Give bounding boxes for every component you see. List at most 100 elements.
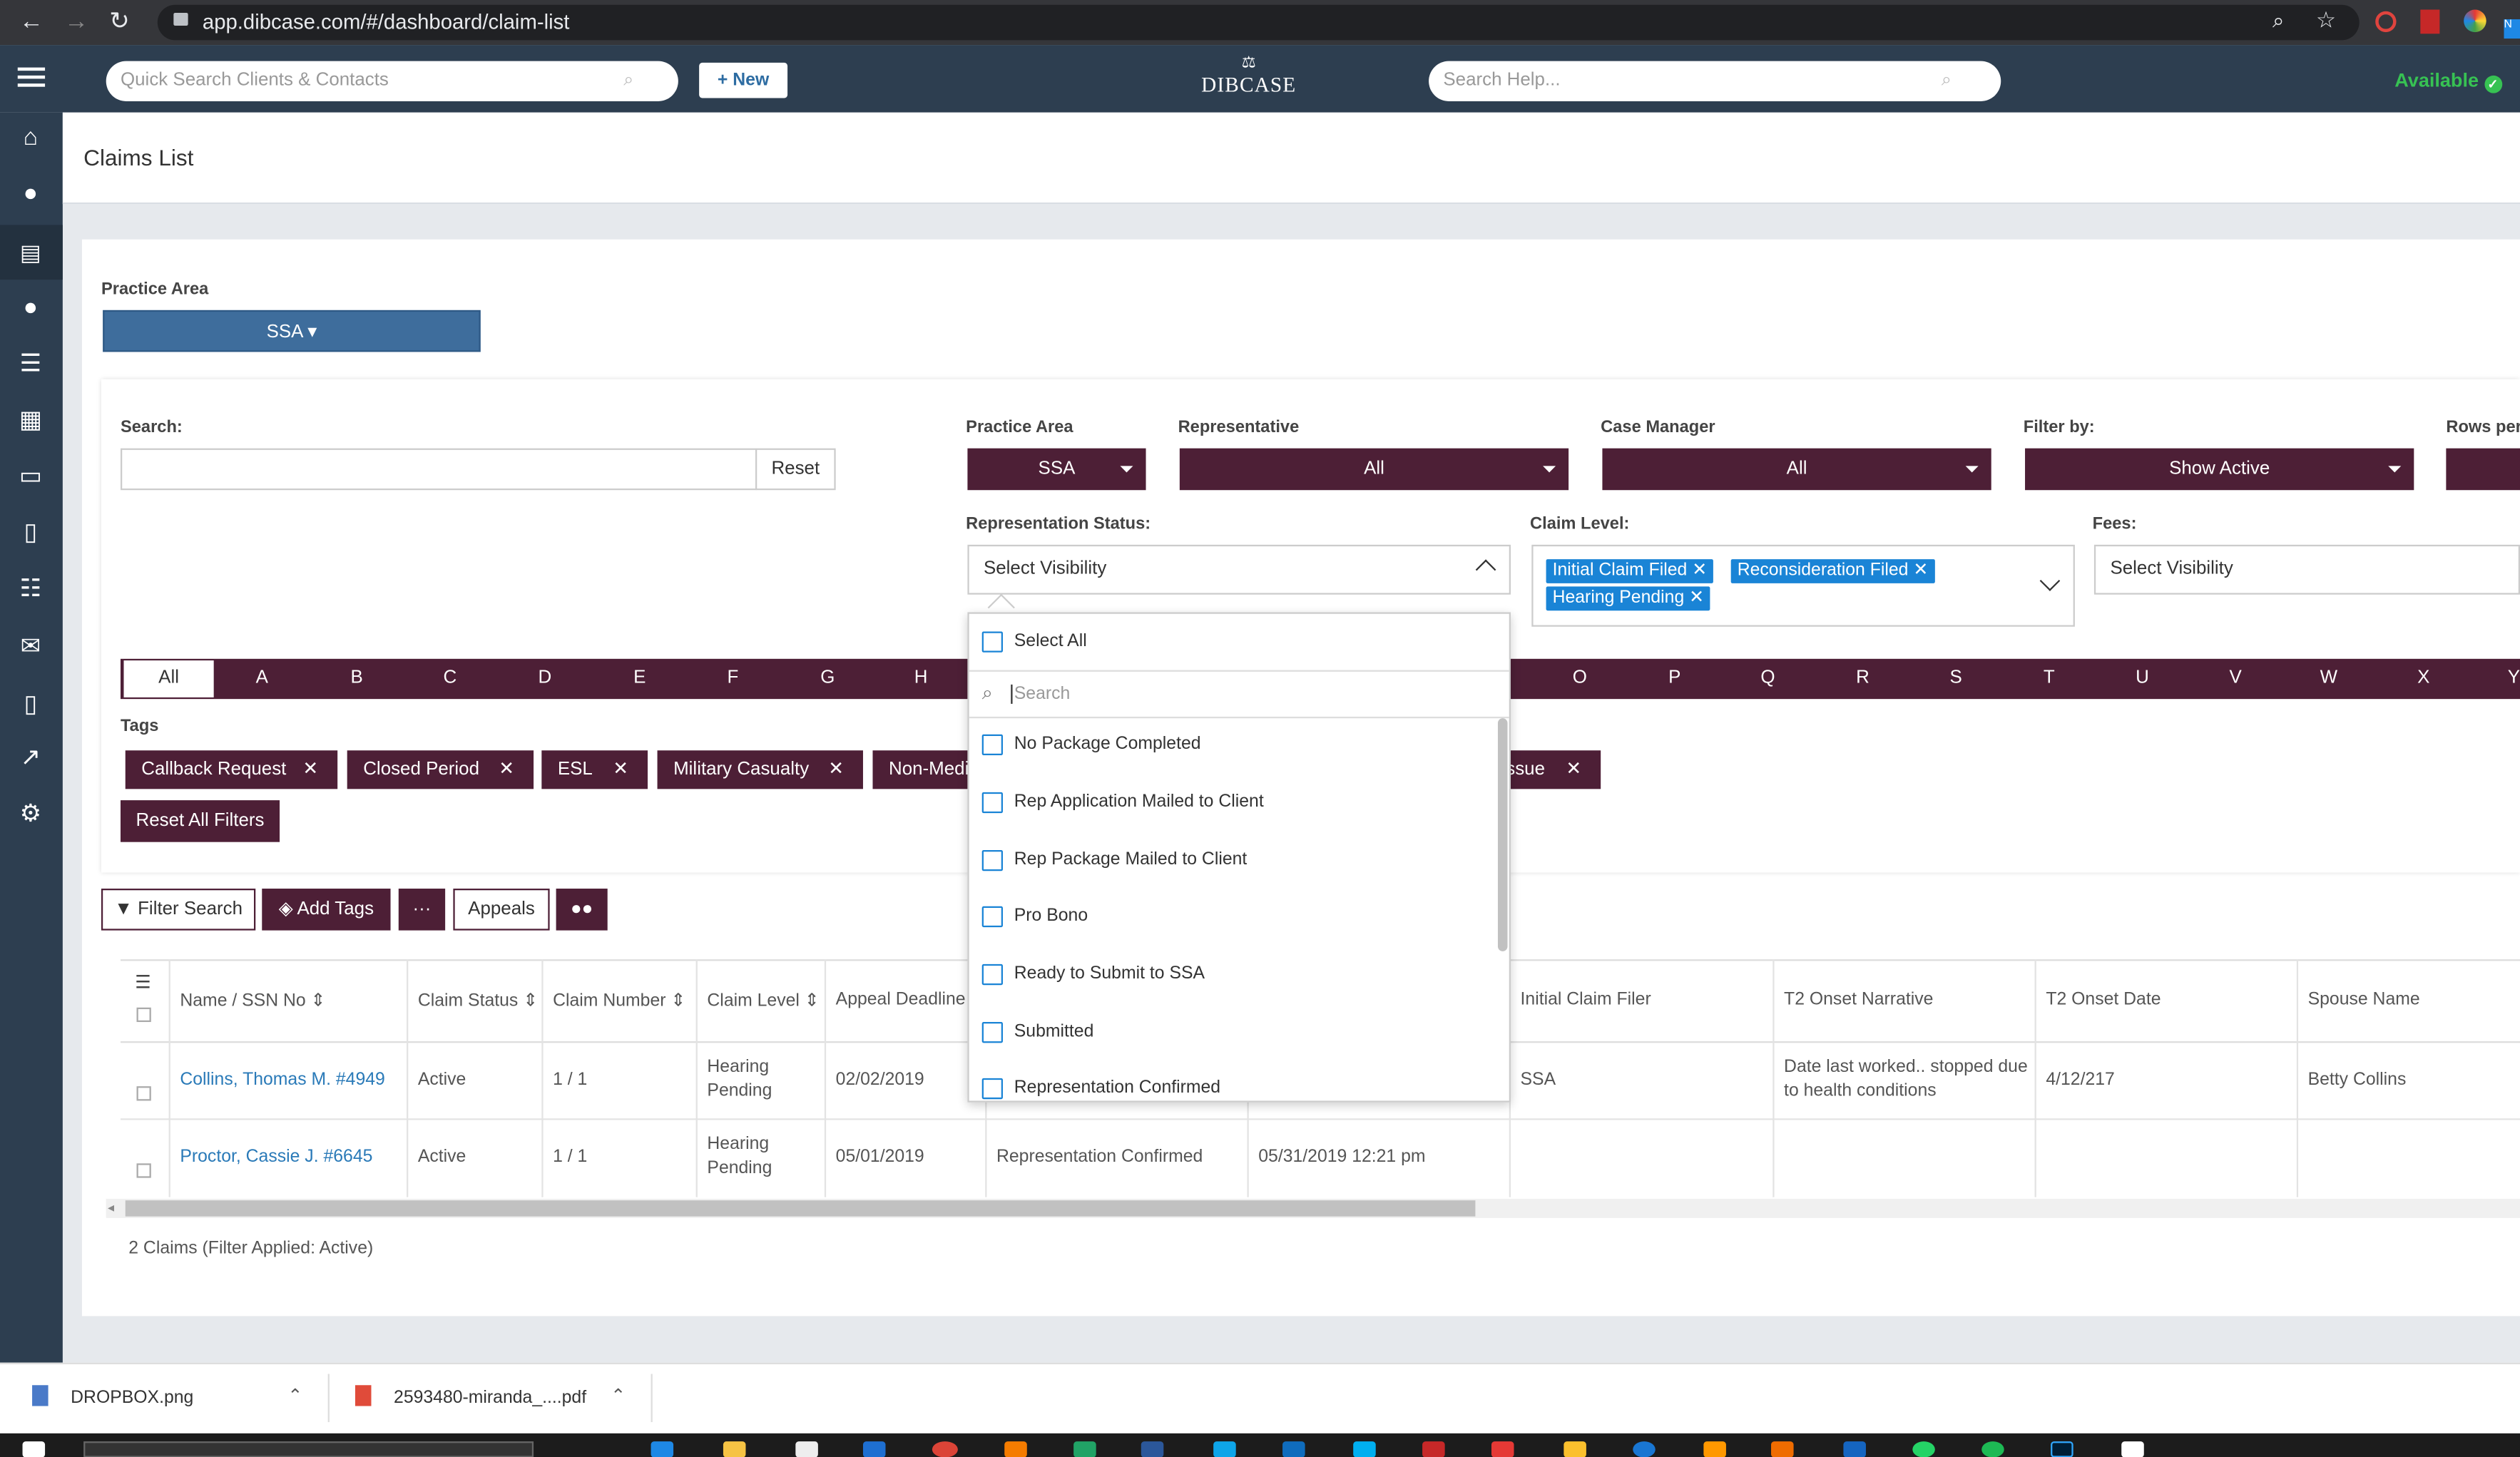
checkbox[interactable] (981, 1078, 1003, 1100)
alpha-letter[interactable]: G (804, 659, 852, 699)
forward-icon[interactable]: → (64, 8, 88, 35)
alpha-letter[interactable]: Q (1744, 659, 1792, 699)
alpha-letter[interactable]: S (1932, 659, 1980, 699)
alpha-letter[interactable]: V (2211, 659, 2260, 699)
app-icon[interactable] (1213, 1441, 1236, 1457)
col-claim-level[interactable]: Claim Level ⇕ (707, 990, 819, 1011)
users-icon[interactable]: ● (14, 178, 46, 210)
checkbox[interactable] (981, 631, 1003, 653)
menu-icon[interactable] (17, 67, 46, 87)
practice-area-dropdown[interactable]: SSA ▾ (103, 310, 481, 352)
outlook-icon[interactable] (1282, 1441, 1305, 1457)
filter-search-button[interactable]: ▼ Filter Search (101, 889, 256, 931)
claim-level-select[interactable] (1531, 544, 2075, 627)
alpha-letter[interactable]: U (2118, 659, 2167, 699)
col-t2-onset-narrative[interactable]: T2 Onset Narrative (1784, 990, 1933, 1009)
url-text[interactable]: app.dibcase.com/#/dashboard/claim-list (203, 10, 570, 34)
col-claim-number[interactable]: Claim Number ⇕ (553, 990, 685, 1011)
alpha-letter[interactable]: B (332, 659, 381, 699)
tag-chip[interactable]: Non-Medi (872, 750, 969, 789)
tag-chip[interactable]: Callback Request ✕ (125, 750, 338, 789)
calendar-icon[interactable]: ▦ (14, 405, 46, 437)
app-icon[interactable] (1563, 1441, 1586, 1457)
app-icon[interactable] (1004, 1441, 1027, 1457)
back-icon[interactable]: ← (19, 8, 44, 35)
reset-button[interactable]: Reset (755, 448, 836, 491)
tag-chip[interactable]: ESL ✕ (541, 750, 648, 789)
chart-line-icon[interactable]: ↗ (14, 742, 46, 774)
col-t2-onset-date[interactable]: T2 Onset Date (2046, 990, 2161, 1009)
checkbox[interactable] (981, 734, 1003, 756)
alpha-letter[interactable]: H (897, 659, 945, 699)
row-checkbox[interactable] (136, 1163, 151, 1178)
new-button[interactable]: + New (699, 62, 788, 98)
skype-icon[interactable] (1353, 1441, 1376, 1457)
bookmark-star-icon[interactable]: ☆ (2316, 6, 2336, 34)
word-icon[interactable] (1141, 1441, 1164, 1457)
pdf-extension-icon[interactable] (2420, 9, 2440, 34)
case-manager-filter[interactable]: All (1602, 448, 1991, 491)
list-icon[interactable]: ☰ (14, 349, 46, 381)
app-icon[interactable] (1703, 1441, 1726, 1457)
windows-start-icon[interactable] (22, 1441, 46, 1457)
chrome-icon[interactable] (932, 1441, 958, 1457)
alpha-letter[interactable]: C (426, 659, 474, 699)
close-icon[interactable]: ✕ (1913, 561, 1928, 580)
checkbox[interactable] (981, 792, 1003, 814)
representative-filter[interactable]: All (1179, 448, 1569, 491)
filter-by-dropdown[interactable]: Show Active (2025, 448, 2414, 491)
client-name-link[interactable]: Collins, Thomas M. #4949 (180, 1068, 384, 1093)
tag-chip[interactable]: Closed Period ✕ (347, 750, 534, 789)
alpha-all[interactable]: All (123, 660, 214, 697)
file-icon[interactable]: ▯ (14, 518, 46, 550)
status-available[interactable]: Available ✓ (2394, 69, 2502, 93)
quick-search-input[interactable]: Quick Search Clients & Contacts (106, 61, 678, 101)
reload-icon[interactable]: ↻ (109, 6, 129, 36)
fees-select[interactable]: Select Visibility (2093, 544, 2520, 595)
photoshop-icon[interactable] (2051, 1441, 2073, 1457)
close-icon[interactable]: ✕ (613, 750, 628, 789)
file-plus-icon[interactable]: ▯ (14, 690, 46, 722)
claim-level-chip[interactable]: Hearing Pending ✕ (1546, 586, 1710, 611)
alpha-letter[interactable]: Y (2493, 659, 2520, 699)
row-checkbox[interactable] (136, 1086, 151, 1101)
app-icon[interactable] (1633, 1441, 1656, 1457)
folder-icon[interactable] (723, 1441, 746, 1457)
zoom-icon[interactable]: ⌕ (2272, 8, 2284, 34)
add-tags-button[interactable]: ◈ Add Tags (262, 889, 391, 931)
help-search-input[interactable]: Search Help... (1429, 61, 2001, 101)
more-button[interactable]: ··· (398, 889, 446, 931)
alpha-letter[interactable]: O (1556, 659, 1604, 699)
client-name-link[interactable]: Proctor, Cassie J. #6645 (180, 1146, 372, 1170)
gear-icon[interactable]: ⚙ (14, 799, 46, 831)
close-icon[interactable]: ✕ (302, 750, 318, 789)
close-icon[interactable]: ✕ (1689, 588, 1704, 608)
alpha-letter[interactable]: F (709, 659, 757, 699)
edge-icon[interactable] (651, 1441, 674, 1457)
excel-icon[interactable] (1073, 1441, 1096, 1457)
tag-chip[interactable]: Military Casualty ✕ (657, 750, 863, 789)
user-icon[interactable]: ● (14, 292, 46, 324)
spotify-icon[interactable] (1981, 1441, 2004, 1457)
claim-level-chip[interactable]: Initial Claim Filed ✕ (1546, 559, 1713, 583)
table-icon[interactable]: ☷ (14, 573, 46, 605)
id-card-icon[interactable]: ▭ (14, 461, 46, 494)
document-icon[interactable]: ▤ (14, 236, 46, 268)
chevron-up-icon[interactable]: ⌃ (287, 1385, 302, 1406)
app-icon[interactable] (1491, 1441, 1514, 1457)
alpha-letter[interactable]: R (1839, 659, 1887, 699)
close-icon[interactable]: ✕ (499, 750, 514, 789)
extension-icon[interactable] (2375, 11, 2397, 33)
checkbox[interactable] (981, 963, 1003, 986)
rep-status-select[interactable]: Select Visibility (967, 544, 1511, 595)
mail-icon[interactable] (862, 1441, 886, 1457)
dropdown-search-input[interactable]: Search (1011, 684, 1070, 704)
app-icon[interactable] (2121, 1441, 2144, 1457)
alpha-letter[interactable]: D (521, 659, 569, 699)
checkbox[interactable] (981, 1022, 1003, 1043)
alpha-letter[interactable]: A (238, 659, 286, 699)
search-input[interactable] (120, 448, 757, 491)
dropdown-scrollbar[interactable] (1497, 718, 1508, 951)
alpha-letter[interactable]: W (2305, 659, 2353, 699)
appeals-button[interactable]: Appeals (453, 889, 550, 931)
